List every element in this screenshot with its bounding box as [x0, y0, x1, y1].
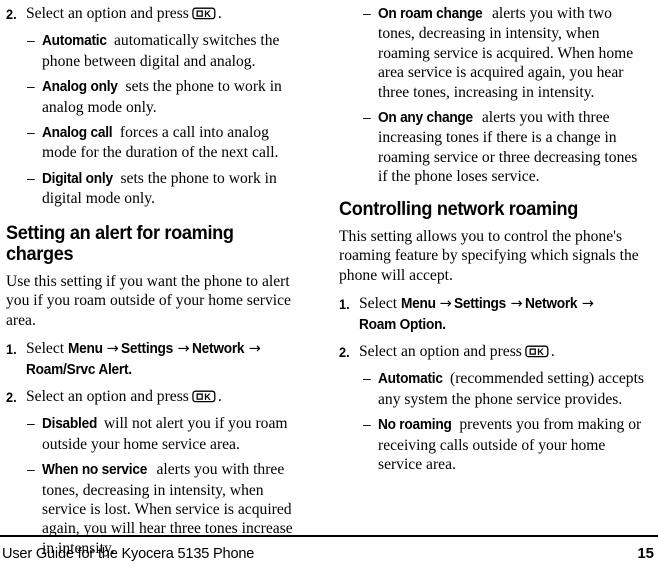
list-item-body: No roaming prevents you from making or r…: [378, 415, 650, 474]
list-item-body: Analog only sets the phone to work in an…: [42, 77, 307, 117]
option-label: On roam change: [378, 6, 483, 22]
arrow-icon: →: [248, 341, 261, 358]
dash-bullet: –: [27, 169, 35, 186]
section-intro: This setting allows you to control the p…: [339, 227, 639, 284]
list-item-body: On roam change alerts you with two tones…: [378, 4, 650, 102]
option-label: On any change: [378, 110, 473, 127]
menu-path-network: Network: [524, 296, 578, 313]
list-item-body: Digital only sets the phone to work in d…: [42, 169, 307, 209]
arrow-icon: →: [581, 296, 594, 313]
section-heading: Controlling network roaming: [339, 197, 579, 220]
footer-title: User Guide for the Kyocera 5135 Phone: [2, 546, 255, 562]
list-item-body: Automatic (recommended setting) accepts …: [378, 369, 650, 409]
select-label: Select: [26, 340, 65, 358]
list-item: – No roaming prevents you from making or…: [339, 415, 650, 474]
step-item: 2. Select an option and press K.: [6, 387, 307, 407]
list-item: – Digital only sets the phone to work in…: [6, 169, 307, 209]
step-text-after-icon: .: [217, 5, 222, 22]
step-number: 1.: [6, 342, 17, 358]
option-label: Disabled: [42, 416, 98, 433]
step-text: Select an option and press K.: [359, 342, 650, 362]
dash-bullet: –: [27, 32, 35, 49]
option-label: When no service: [42, 462, 148, 479]
list-item: – Automatic automatically switches the p…: [6, 31, 307, 71]
option-label: No roaming: [378, 417, 452, 434]
step-text: Select an option and press K.: [26, 387, 307, 407]
step-text-before-icon: Select an option and press: [359, 342, 522, 360]
svg-text:K: K: [537, 347, 544, 357]
dash-bullet: –: [363, 109, 371, 126]
footer-divider: [0, 535, 658, 537]
dash-bullet: –: [363, 416, 371, 433]
ok-key-icon: K: [192, 7, 216, 20]
list-item: – On roam change alerts you with two ton…: [339, 4, 650, 102]
menu-path-network: Network: [191, 341, 245, 358]
list-item-body: Disabled will not alert you if you roam …: [42, 414, 307, 454]
dash-bullet: –: [27, 78, 35, 95]
dash-bullet: –: [27, 124, 35, 141]
left-column: 2. Select an option and press K. – Automa…: [0, 0, 329, 557]
menu-path-menu: Menu: [401, 296, 436, 313]
step-item: 2. Select an option and press K.: [339, 342, 650, 362]
step-text-before-icon: Select an option and press: [26, 387, 189, 405]
menu-path-roam-srvc-alert: Roam/Srvc Alert.: [26, 361, 132, 378]
step-text-after-icon: .: [550, 342, 555, 360]
section-intro: Use this setting if you want the phone t…: [6, 272, 291, 329]
svg-text:K: K: [204, 9, 211, 19]
list-item: – Analog only sets the phone to work in …: [6, 77, 307, 117]
menu-path-roam-option: Roam Option.: [359, 316, 446, 333]
menu-path-menu: Menu: [68, 341, 103, 358]
list-item-body: On any change alerts you with three incr…: [378, 108, 650, 187]
dash-bullet: –: [363, 5, 371, 21]
right-column: – On roam change alerts you with two ton…: [329, 0, 658, 535]
step-item: 1. Select Menu → Settings → Network →Roam/Srv…: [6, 339, 307, 380]
step-text: Select Menu → Settings → Network →Roam/Srvc A…: [26, 339, 307, 380]
ok-key-icon: K: [525, 345, 549, 358]
section-heading: Setting an alert for roaming charges: [6, 221, 234, 265]
step-number: 2.: [6, 389, 17, 405]
option-label: Automatic: [378, 371, 443, 388]
list-item: – Automatic (recommended setting) accept…: [339, 369, 650, 409]
list-item-body: Automatic automatically switches the pho…: [42, 31, 307, 71]
ok-key-icon: K: [192, 390, 216, 403]
list-item: – Disabled will not alert you if you roa…: [6, 414, 307, 454]
option-label: Analog only: [42, 79, 118, 96]
step-item: 2. Select an option and press K.: [6, 4, 307, 24]
menu-path-settings: Settings: [120, 341, 173, 358]
option-label: Digital only: [42, 170, 113, 187]
two-column-body: 2. Select an option and press K. – Automa…: [0, 0, 658, 557]
page-number: 15: [637, 545, 654, 562]
step-text: Select Menu → Settings → Network →Roam Option…: [359, 294, 650, 335]
list-item: – On any change alerts you with three in…: [339, 108, 650, 187]
arrow-icon: →: [439, 296, 452, 313]
option-label: Automatic: [42, 33, 107, 50]
user-guide-page: 2. Select an option and press K. – Automa…: [0, 0, 658, 577]
step-text-before-icon: Select an option and press: [26, 5, 189, 22]
dash-bullet: –: [363, 370, 371, 387]
step-text: Select an option and press K.: [26, 4, 307, 24]
arrow-icon: →: [106, 341, 119, 358]
option-label: Analog call: [42, 125, 113, 142]
step-item: 1. Select Menu → Settings → Network →Roam Opt…: [339, 294, 650, 335]
dash-bullet: –: [27, 415, 35, 432]
step-number: 1.: [339, 297, 350, 313]
arrow-icon: →: [510, 296, 523, 313]
step-number: 2.: [339, 344, 350, 360]
list-item-body: Analog call forces a call into analog mo…: [42, 123, 307, 163]
menu-path-settings: Settings: [453, 296, 506, 313]
step-number: 2.: [6, 7, 17, 22]
arrow-icon: →: [177, 341, 190, 358]
select-label: Select: [359, 295, 398, 313]
page-footer: User Guide for the Kyocera 5135 Phone 15: [0, 535, 658, 577]
step-text-after-icon: .: [217, 387, 222, 405]
list-item: – Analog call forces a call into analog …: [6, 123, 307, 163]
svg-text:K: K: [204, 392, 211, 402]
